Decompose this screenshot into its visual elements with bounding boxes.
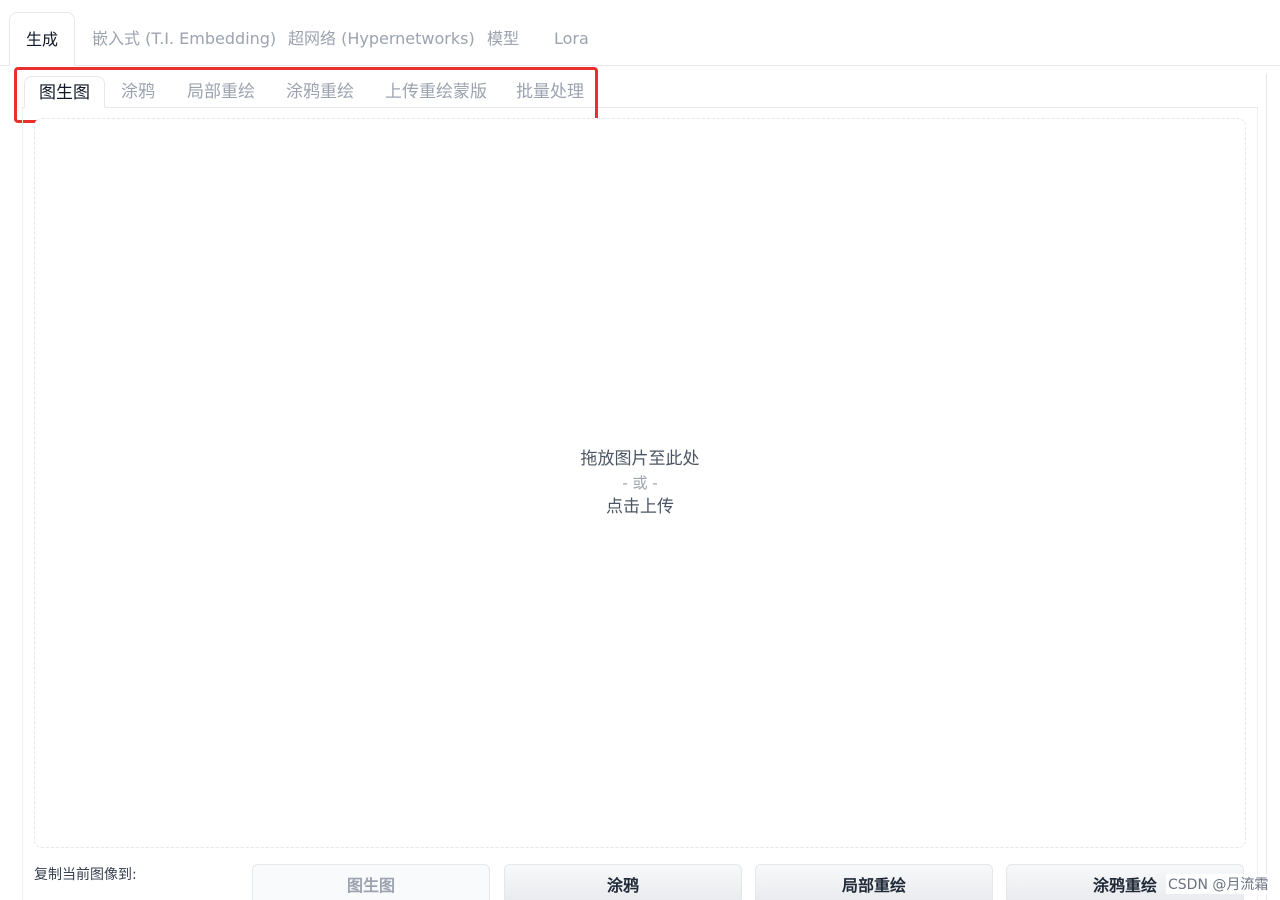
tab-batch[interactable]: 批量处理: [516, 76, 584, 108]
dropzone-instructions: 拖放图片至此处 - 或 - 点击上传: [35, 447, 1245, 519]
tab-img2img[interactable]: 图生图: [24, 76, 105, 108]
drop-image-text: 拖放图片至此处: [580, 449, 700, 469]
copy-to-sketch-button[interactable]: 涂鸦: [504, 864, 742, 900]
copy-to-inpaint-button[interactable]: 局部重绘: [755, 864, 993, 900]
top-tab-bar: 生成 嵌入式 (T.I. Embedding) 超网络 (Hypernetwor…: [0, 0, 1280, 66]
tab-inpaint[interactable]: 局部重绘: [187, 76, 255, 108]
tab-inpaint-sketch[interactable]: 涂鸦重绘: [286, 76, 354, 108]
copy-to-label: 复制当前图像到:: [34, 867, 137, 883]
image-upload-dropzone[interactable]: 拖放图片至此处 - 或 - 点击上传: [34, 118, 1246, 848]
tab-model[interactable]: 模型: [487, 12, 519, 66]
or-separator: - 或 -: [622, 474, 658, 492]
tab-hypernetworks[interactable]: 超网络 (Hypernetworks): [288, 12, 475, 66]
click-upload-text[interactable]: 点击上传: [35, 495, 1245, 519]
sub-tab-bar: 图生图 涂鸦 局部重绘 涂鸦重绘 上传重绘蒙版 批量处理: [22, 74, 1258, 108]
tab-inpaint-upload[interactable]: 上传重绘蒙版: [385, 76, 487, 108]
csdn-watermark: CSDN @月流霜: [1166, 874, 1271, 894]
tab-ti-embedding[interactable]: 嵌入式 (T.I. Embedding): [92, 12, 276, 66]
copy-to-img2img-button[interactable]: 图生图: [252, 864, 490, 900]
panel-divider: [1266, 74, 1267, 900]
tab-lora[interactable]: Lora: [554, 12, 589, 66]
tab-sketch[interactable]: 涂鸦: [121, 76, 155, 108]
tab-generate[interactable]: 生成: [9, 12, 76, 66]
